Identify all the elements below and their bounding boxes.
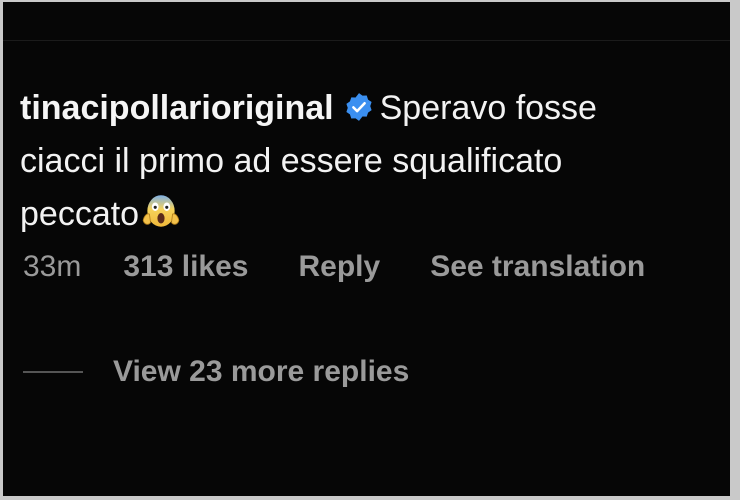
divider bbox=[3, 40, 730, 41]
reply-button[interactable]: Reply bbox=[298, 250, 380, 284]
comment-text-line2: ciacci il primo ad essere squalificato bbox=[20, 142, 563, 180]
comment-username[interactable]: tinacipollarioriginal bbox=[20, 89, 334, 127]
verified-badge-icon bbox=[346, 93, 372, 121]
face-screaming-in-fear-icon bbox=[142, 195, 180, 227]
comment-screen: tinacipollarioriginal Speravo fosse ciac… bbox=[3, 2, 730, 496]
see-translation-button[interactable]: See translation bbox=[430, 250, 645, 284]
replies-divider-line bbox=[23, 371, 83, 373]
view-more-replies-label: View 23 more replies bbox=[113, 355, 410, 388]
likes-count-link[interactable]: 313 likes bbox=[123, 250, 248, 284]
view-more-replies-button[interactable]: View 23 more replies bbox=[23, 352, 409, 392]
comment-meta-row: 33m 313 likes Reply See translation bbox=[23, 247, 645, 287]
comment-timestamp: 33m bbox=[23, 250, 82, 283]
comment-text-line3: peccato bbox=[20, 195, 140, 233]
comment-block: tinacipollarioriginal Speravo fosse ciac… bbox=[20, 82, 730, 241]
comment-text-line1: Speravo fosse bbox=[379, 89, 597, 127]
